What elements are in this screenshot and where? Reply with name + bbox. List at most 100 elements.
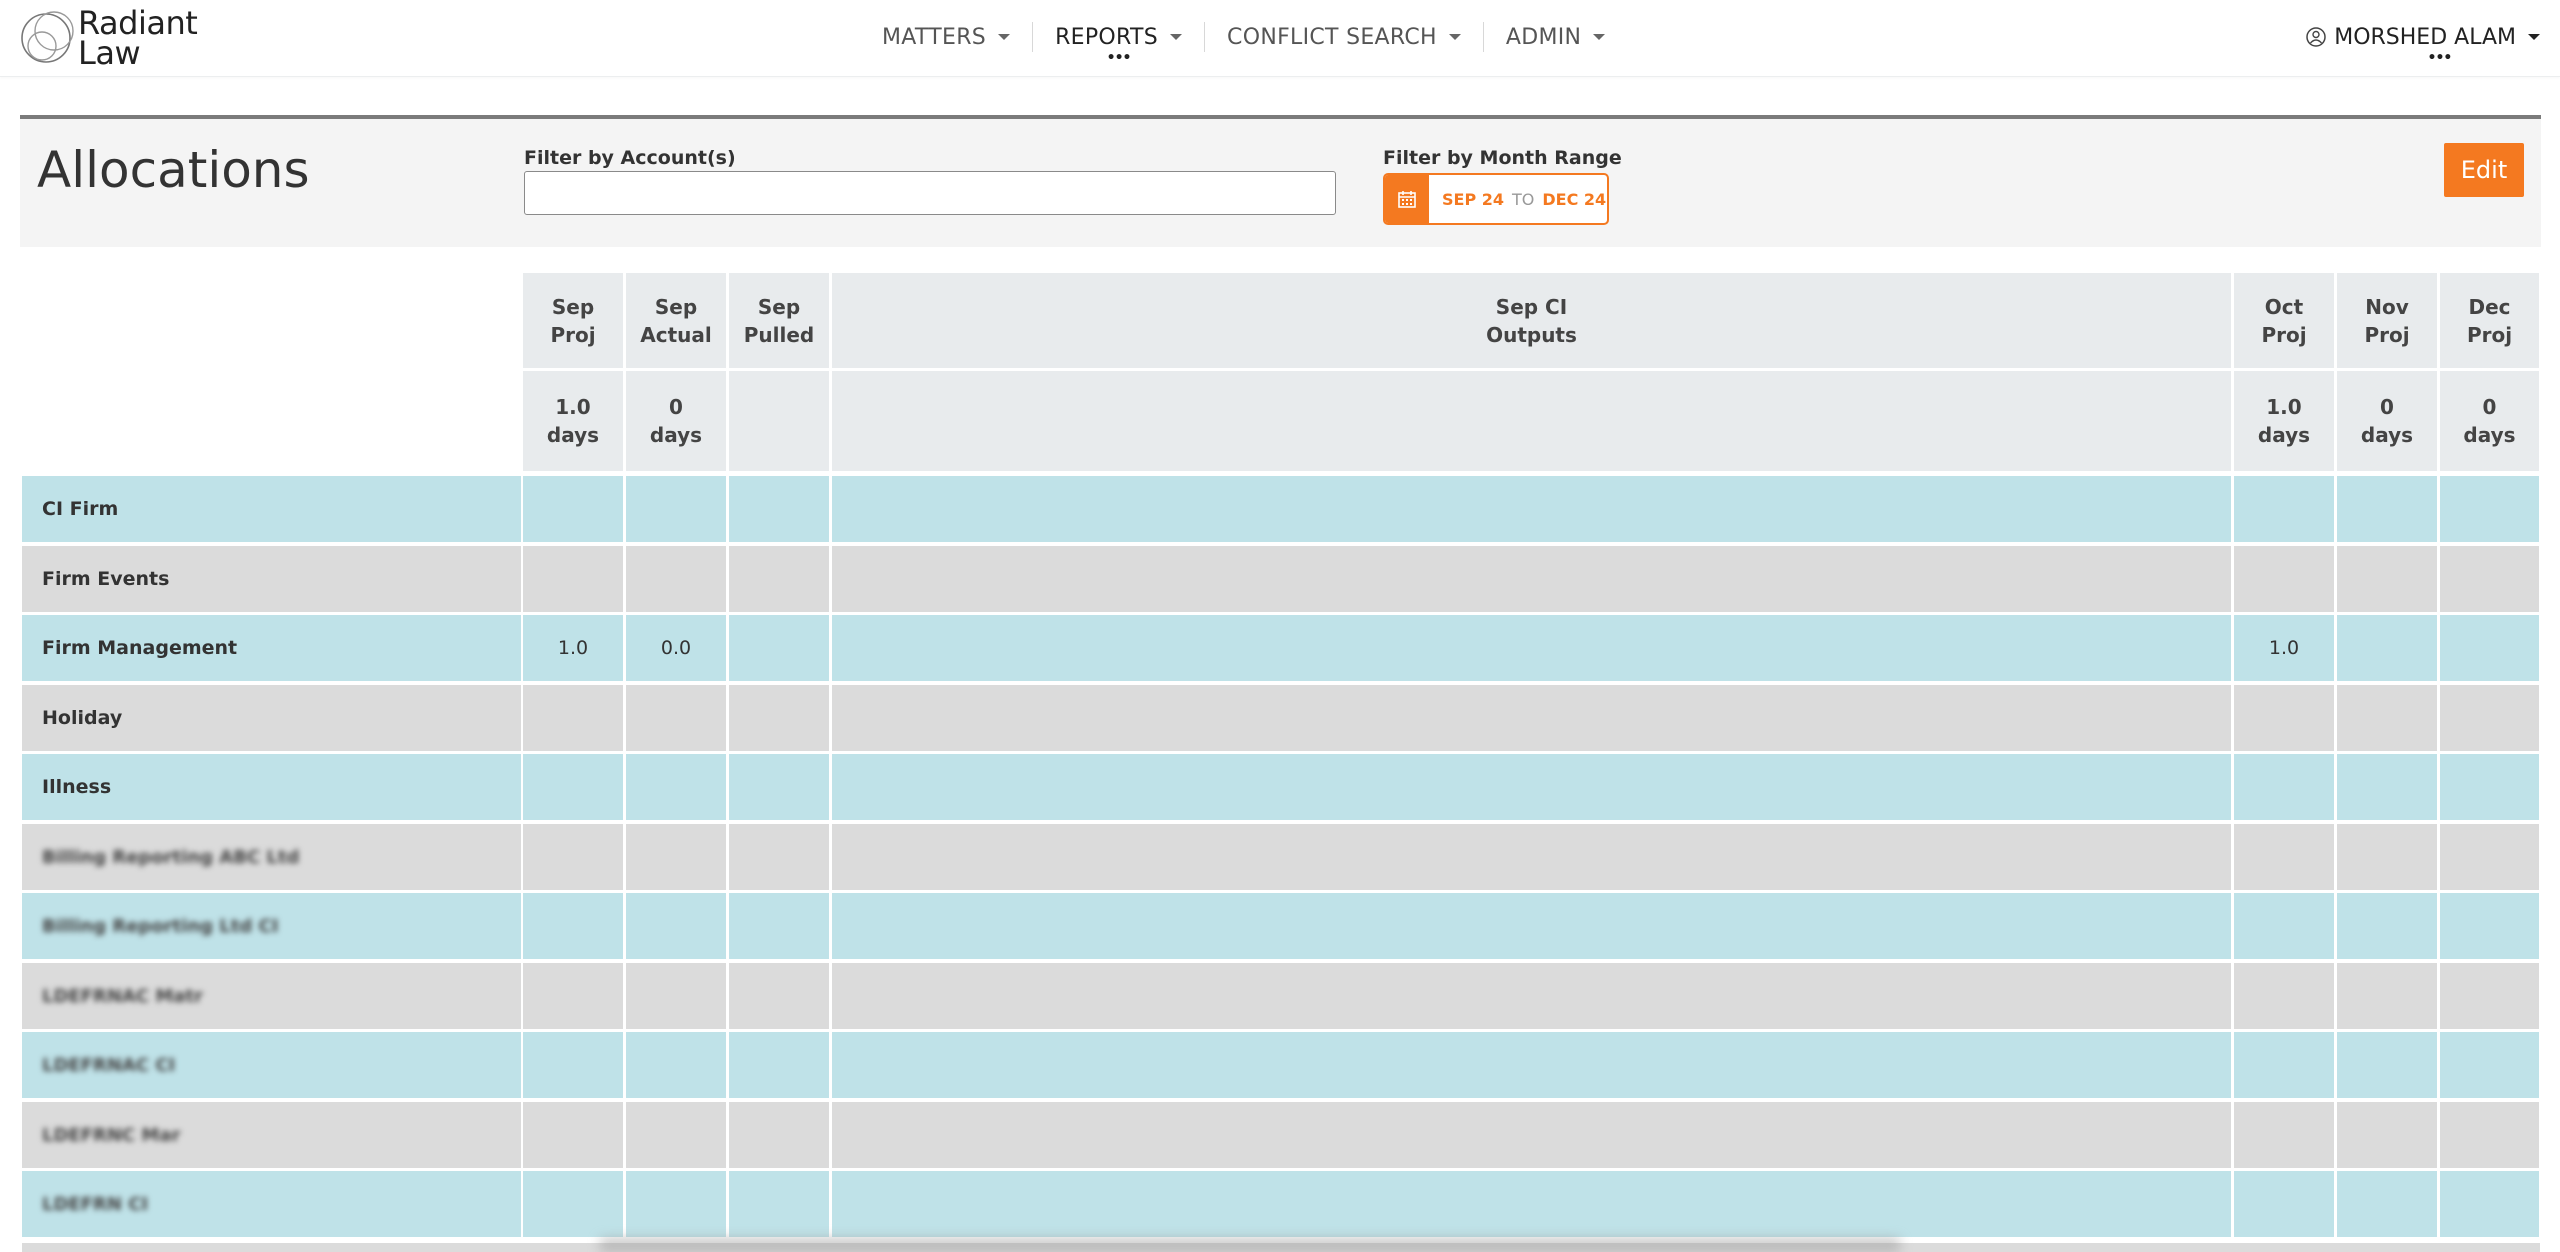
table-cell[interactable] bbox=[2337, 963, 2437, 1029]
table-cell[interactable]: 1.0 bbox=[2234, 615, 2334, 681]
table-cell[interactable] bbox=[626, 963, 726, 1029]
table-cell[interactable] bbox=[626, 1102, 726, 1168]
row-label[interactable]: Firm Events bbox=[22, 546, 521, 612]
table-cell[interactable] bbox=[729, 1102, 829, 1168]
table-cell[interactable] bbox=[2440, 615, 2539, 681]
table-cell[interactable] bbox=[2440, 893, 2539, 959]
table-cell[interactable] bbox=[832, 476, 2231, 542]
row-label[interactable]: CI Firm bbox=[22, 476, 521, 542]
nav-reports[interactable]: REPORTS ••• bbox=[1033, 20, 1204, 65]
row-label[interactable]: Illness bbox=[22, 754, 521, 820]
row-label[interactable]: LDEFRNC Mar bbox=[22, 1102, 521, 1168]
month-range-picker[interactable]: SEP 24 TO DEC 24 bbox=[1383, 173, 1609, 225]
table-cell[interactable] bbox=[523, 824, 623, 890]
table-cell[interactable] bbox=[523, 1032, 623, 1098]
table-cell[interactable] bbox=[832, 1102, 2231, 1168]
table-cell[interactable] bbox=[2440, 476, 2539, 542]
table-cell[interactable] bbox=[523, 754, 623, 820]
row-label[interactable]: Firm Management bbox=[22, 615, 521, 681]
table-cell[interactable] bbox=[626, 824, 726, 890]
nav-admin[interactable]: ADMIN bbox=[1484, 20, 1627, 54]
table-cell[interactable] bbox=[523, 1102, 623, 1168]
table-cell[interactable] bbox=[2337, 546, 2437, 612]
row-label[interactable]: Holiday bbox=[22, 685, 521, 751]
table-cell[interactable] bbox=[2440, 754, 2539, 820]
table-cell[interactable] bbox=[832, 963, 2231, 1029]
user-icon bbox=[2306, 27, 2326, 47]
table-cell[interactable] bbox=[2440, 1102, 2539, 1168]
table-cell[interactable] bbox=[2337, 615, 2437, 681]
table-cell[interactable] bbox=[729, 963, 829, 1029]
table-cell[interactable] bbox=[2337, 476, 2437, 542]
user-menu[interactable]: MORSHED ALAM ••• bbox=[2306, 20, 2540, 65]
table-cell[interactable] bbox=[729, 754, 829, 820]
table-cell[interactable] bbox=[2234, 963, 2334, 1029]
nav-conflict-search[interactable]: CONFLICT SEARCH bbox=[1205, 20, 1483, 54]
table-cell[interactable] bbox=[2234, 1171, 2334, 1237]
table-cell[interactable] bbox=[2234, 893, 2334, 959]
table-cell[interactable] bbox=[626, 1171, 726, 1237]
table-cell[interactable] bbox=[2234, 685, 2334, 751]
row-label[interactable]: LDEFRNAC Matr bbox=[22, 963, 521, 1029]
table-cell[interactable] bbox=[832, 824, 2231, 890]
row-label[interactable]: LDEFRNAC CI bbox=[22, 1032, 521, 1098]
row-label[interactable]: Billing Reporting ABC Ltd bbox=[22, 824, 521, 890]
table-cell[interactable] bbox=[729, 476, 829, 542]
table-cell[interactable] bbox=[523, 476, 623, 542]
table-cell[interactable] bbox=[2234, 1032, 2334, 1098]
table-cell[interactable] bbox=[832, 754, 2231, 820]
table-cell[interactable] bbox=[626, 546, 726, 612]
table-cell[interactable] bbox=[523, 963, 623, 1029]
table-cell[interactable] bbox=[2440, 546, 2539, 612]
table-cell[interactable] bbox=[523, 546, 623, 612]
account-filter-input[interactable] bbox=[524, 171, 1336, 215]
table-cell[interactable] bbox=[2337, 893, 2437, 959]
table-cell[interactable]: 0.0 bbox=[626, 615, 726, 681]
table-cell[interactable] bbox=[832, 685, 2231, 751]
table-cell[interactable] bbox=[832, 893, 2231, 959]
table-cell[interactable] bbox=[626, 893, 726, 959]
nav-matters[interactable]: MATTERS bbox=[860, 20, 1032, 54]
range-to: DEC 24 bbox=[1542, 189, 1607, 209]
table-cell[interactable] bbox=[832, 615, 2231, 681]
table-cell[interactable] bbox=[2337, 1032, 2437, 1098]
row-label[interactable]: LDEFRN CI bbox=[22, 1171, 521, 1237]
table-cell[interactable] bbox=[2234, 754, 2334, 820]
table-cell[interactable] bbox=[2234, 1102, 2334, 1168]
table-cell[interactable] bbox=[832, 1032, 2231, 1098]
table-cell[interactable] bbox=[626, 754, 726, 820]
edit-button[interactable]: Edit bbox=[2444, 143, 2524, 197]
table-cell[interactable] bbox=[2337, 1102, 2437, 1168]
table-cell[interactable] bbox=[2440, 963, 2539, 1029]
table-cell[interactable] bbox=[729, 893, 829, 959]
table-cell[interactable] bbox=[2337, 824, 2437, 890]
table-cell[interactable] bbox=[729, 824, 829, 890]
redacted-account-name: LDEFRNAC Matr bbox=[42, 985, 203, 1007]
table-cell[interactable] bbox=[729, 1032, 829, 1098]
table-cell[interactable] bbox=[523, 1171, 623, 1237]
table-cell[interactable]: 1.0 bbox=[523, 615, 623, 681]
table-cell[interactable] bbox=[2234, 476, 2334, 542]
table-cell[interactable] bbox=[2440, 1032, 2539, 1098]
table-cell[interactable] bbox=[2440, 824, 2539, 890]
row-label[interactable]: Billing Reporting Ltd CI bbox=[22, 893, 521, 959]
table-cell[interactable] bbox=[626, 476, 726, 542]
table-cell[interactable] bbox=[2337, 754, 2437, 820]
table-cell[interactable] bbox=[2440, 1171, 2539, 1237]
table-cell[interactable] bbox=[626, 1032, 726, 1098]
table-cell[interactable] bbox=[523, 685, 623, 751]
table-cell[interactable] bbox=[729, 615, 829, 681]
table-cell[interactable] bbox=[832, 546, 2231, 612]
table-cell[interactable] bbox=[2337, 1171, 2437, 1237]
table-cell[interactable] bbox=[729, 546, 829, 612]
table-cell[interactable] bbox=[2337, 685, 2437, 751]
table-cell[interactable] bbox=[523, 893, 623, 959]
table-cell[interactable] bbox=[832, 1171, 2231, 1237]
table-cell[interactable] bbox=[626, 685, 726, 751]
table-cell[interactable] bbox=[2234, 824, 2334, 890]
column-header: Sep Proj bbox=[523, 273, 623, 368]
table-cell[interactable] bbox=[729, 685, 829, 751]
table-cell[interactable] bbox=[2440, 685, 2539, 751]
table-cell[interactable] bbox=[2234, 546, 2334, 612]
table-cell[interactable] bbox=[729, 1171, 829, 1237]
